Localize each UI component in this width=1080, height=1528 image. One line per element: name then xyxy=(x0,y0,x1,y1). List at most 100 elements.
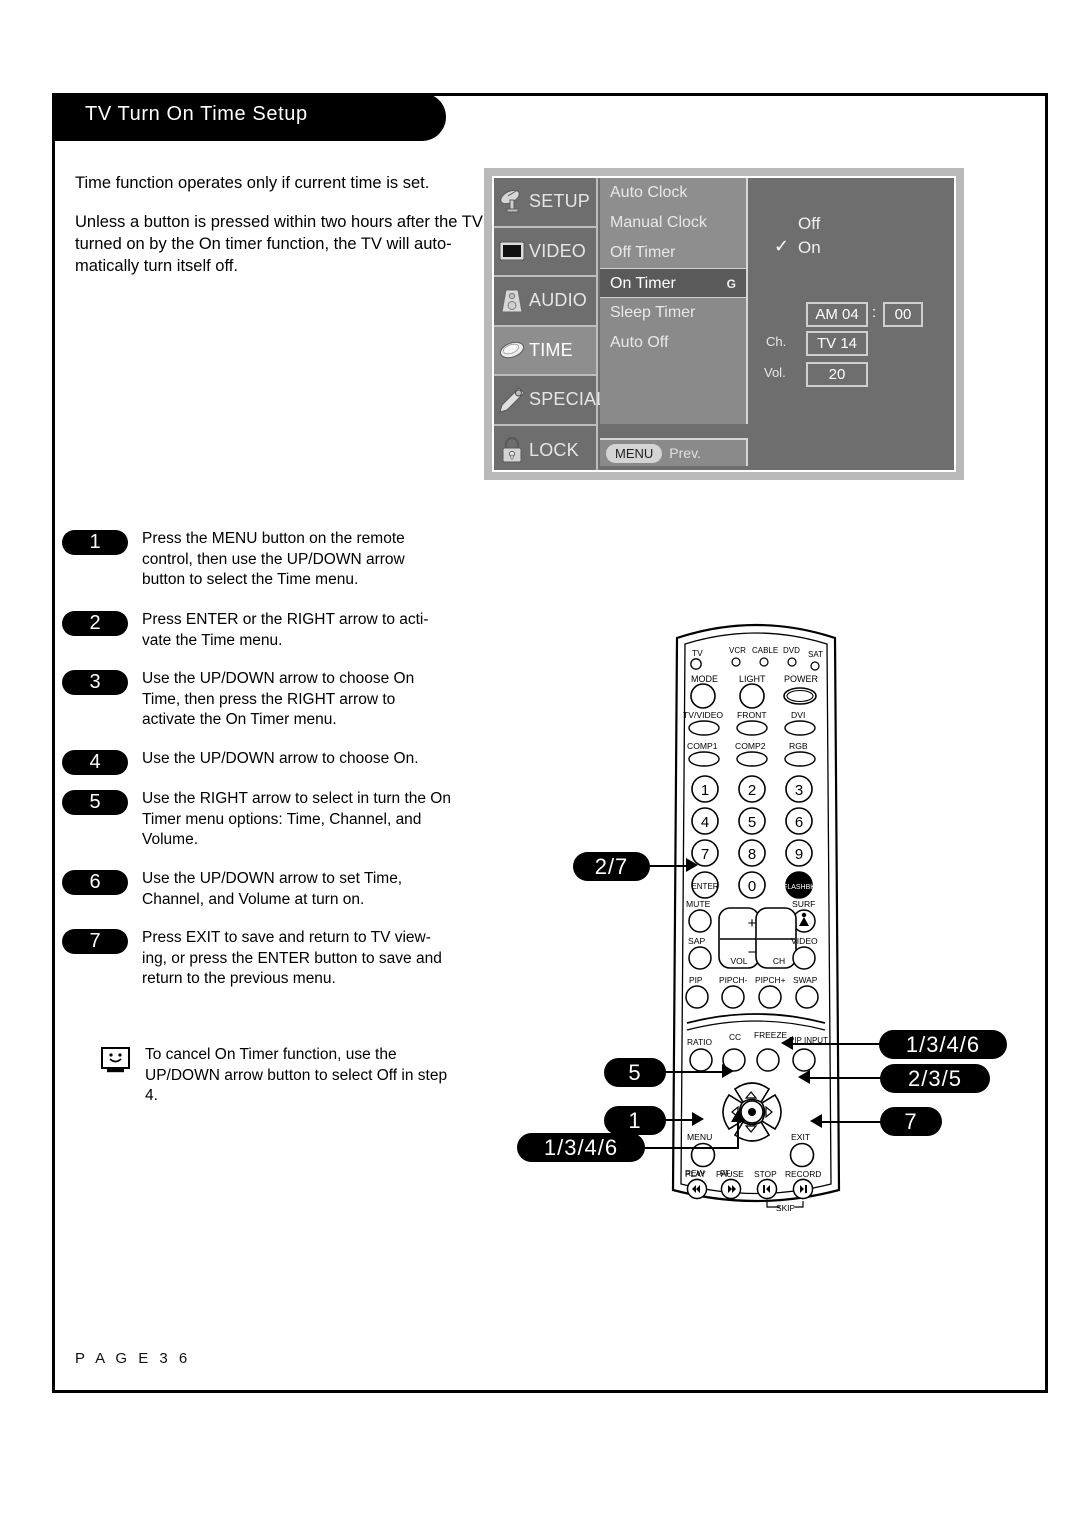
svg-text:MUTE: MUTE xyxy=(686,899,711,909)
channel-field[interactable]: TV 14 xyxy=(806,331,868,356)
osd-item-label: Auto Clock xyxy=(610,184,688,201)
svg-text:COMP1: COMP1 xyxy=(687,741,718,751)
osd-item-manual-clock[interactable]: Manual Clock xyxy=(600,208,746,238)
svg-text:FLASHBK: FLASHBK xyxy=(783,884,815,891)
svg-text:ENTER: ENTER xyxy=(691,882,718,891)
osd-item-label: On Timer xyxy=(610,275,676,292)
svg-text:SURF: SURF xyxy=(792,899,815,909)
svg-text:LIGHT: LIGHT xyxy=(739,674,766,684)
svg-text:REW: REW xyxy=(685,1168,705,1178)
osd-inner-frame: SETUP VIDEO AUDIO TIME SPECIAL LOCK Auto… xyxy=(492,176,956,472)
svg-text:VIDEO: VIDEO xyxy=(791,936,818,946)
guide-marker-icon: G xyxy=(726,277,736,291)
leader-line-right-arrow xyxy=(810,1077,886,1079)
callout-right-arrow: 2/3/5 xyxy=(880,1064,990,1093)
osd-item-auto-off[interactable]: Auto Off xyxy=(600,328,746,358)
volume-field[interactable]: 20 xyxy=(806,362,868,387)
page-number: P A G E 3 6 xyxy=(75,1350,191,1367)
osd-item-on-timer[interactable]: On Timer G xyxy=(600,268,746,298)
svg-text:1: 1 xyxy=(701,782,709,799)
svg-text:FRONT: FRONT xyxy=(737,710,767,720)
svg-text:MENU: MENU xyxy=(687,1132,712,1142)
key-icon xyxy=(498,386,526,414)
svg-text:EXIT: EXIT xyxy=(791,1132,811,1142)
svg-text:0: 0 xyxy=(748,878,756,895)
svg-text:4: 4 xyxy=(701,814,709,831)
on-timer-hour-field[interactable]: AM 04 xyxy=(806,302,868,327)
step-text: Use the UP/DOWN arrow to choose On Time,… xyxy=(142,670,415,728)
svg-text:PIP: PIP xyxy=(689,975,703,985)
svg-text:PIPCH-: PIPCH- xyxy=(719,975,748,985)
remote-transport-row-2: REW FF SKIP xyxy=(663,1165,849,1220)
page-title-bar: TV Turn On Time Setup xyxy=(52,93,446,141)
leader-line-down-arrow-vert xyxy=(737,1122,739,1149)
leader-line-left-arrow xyxy=(665,1071,728,1073)
svg-text:TV: TV xyxy=(692,648,703,658)
arrow-head-menu xyxy=(692,1112,704,1126)
osd-footer-bar: MENU Prev. xyxy=(600,438,748,466)
osd-category-label: TIME xyxy=(529,339,573,360)
svg-text:DVD: DVD xyxy=(783,646,800,655)
svg-text:DVI: DVI xyxy=(791,710,805,720)
svg-text:RGB: RGB xyxy=(789,741,808,751)
svg-text:MODE: MODE xyxy=(691,674,718,684)
step-number-badge: 7 xyxy=(62,929,128,954)
osd-category-label: VIDEO xyxy=(529,240,587,261)
osd-category-lock[interactable]: LOCK xyxy=(494,426,596,476)
step-text: Use the UP/DOWN arrow to choose On. xyxy=(142,750,419,767)
option-on[interactable]: On xyxy=(798,238,821,258)
svg-text:RATIO: RATIO xyxy=(687,1037,712,1047)
arrow-head-right-arrow xyxy=(798,1070,810,1084)
osd-screenshot: SETUP VIDEO AUDIO TIME SPECIAL LOCK Auto… xyxy=(484,168,964,480)
menu-button-pill[interactable]: MENU xyxy=(606,443,663,463)
step-number-badge: 4 xyxy=(62,750,128,775)
svg-text:PIPCH+: PIPCH+ xyxy=(755,975,786,985)
osd-item-list: Auto Clock Manual Clock Off Timer On Tim… xyxy=(600,178,748,470)
intro-paragraph-2: Unless a button is pressed within two ho… xyxy=(75,213,500,275)
osd-item-label: Off Timer xyxy=(610,244,676,261)
leader-line-down-arrow xyxy=(643,1147,738,1149)
osd-item-label: Manual Clock xyxy=(610,214,707,231)
osd-category-setup[interactable]: SETUP xyxy=(494,178,596,228)
time-colon-separator: : xyxy=(872,304,877,321)
volume-label: Vol. xyxy=(764,365,786,380)
option-off[interactable]: Off xyxy=(798,214,820,234)
osd-category-label: AUDIO xyxy=(529,290,588,311)
osd-item-off-timer[interactable]: Off Timer xyxy=(600,238,746,268)
page-title: TV Turn On Time Setup xyxy=(85,103,308,125)
satellite-dish-icon xyxy=(498,188,526,216)
svg-text:−: − xyxy=(748,944,757,961)
osd-item-label: Auto Off xyxy=(610,334,669,351)
callout-left-arrow: 5 xyxy=(604,1058,666,1087)
svg-text:CH: CH xyxy=(773,956,785,966)
clock-disc-icon xyxy=(498,336,526,364)
osd-category-time[interactable]: TIME xyxy=(494,326,596,376)
smiley-tv-icon xyxy=(101,1047,132,1074)
svg-text:7: 7 xyxy=(701,846,709,863)
leader-line-up-arrow xyxy=(793,1043,885,1045)
speaker-icon xyxy=(498,287,526,315)
svg-text:VOL: VOL xyxy=(730,956,747,966)
osd-item-sleep-timer[interactable]: Sleep Timer xyxy=(600,298,746,328)
tv-screen-icon xyxy=(498,237,526,265)
svg-text:POWER: POWER xyxy=(784,674,819,684)
svg-text:9: 9 xyxy=(795,846,803,863)
svg-text:2: 2 xyxy=(748,782,756,799)
on-timer-minute-field[interactable]: 00 xyxy=(883,302,923,327)
callout-down-arrow: 1/3/4/6 xyxy=(517,1133,645,1162)
svg-text:5: 5 xyxy=(748,814,756,831)
step-number-badge: 1 xyxy=(62,530,128,555)
step-number-badge: 3 xyxy=(62,670,128,695)
osd-category-audio[interactable]: AUDIO xyxy=(494,277,596,327)
arrow-head-left-arrow xyxy=(722,1064,734,1078)
osd-category-video[interactable]: VIDEO xyxy=(494,228,596,277)
osd-category-sidebar: SETUP VIDEO AUDIO TIME SPECIAL LOCK xyxy=(494,178,606,470)
step-text: Use the RIGHT arrow to select in turn th… xyxy=(142,790,451,848)
remote-control-illustration: TV VCR CABLE DVD SAT MODE LIGHT POWER TV… xyxy=(663,608,849,1220)
osd-category-special[interactable]: SPECIAL xyxy=(494,376,606,426)
svg-text:+: + xyxy=(748,915,757,932)
leader-line-exit xyxy=(822,1121,886,1123)
svg-text:VCR: VCR xyxy=(729,646,746,655)
osd-item-auto-clock[interactable]: Auto Clock xyxy=(600,178,746,208)
callout-up-arrow: 1/3/4/6 xyxy=(879,1030,1007,1059)
